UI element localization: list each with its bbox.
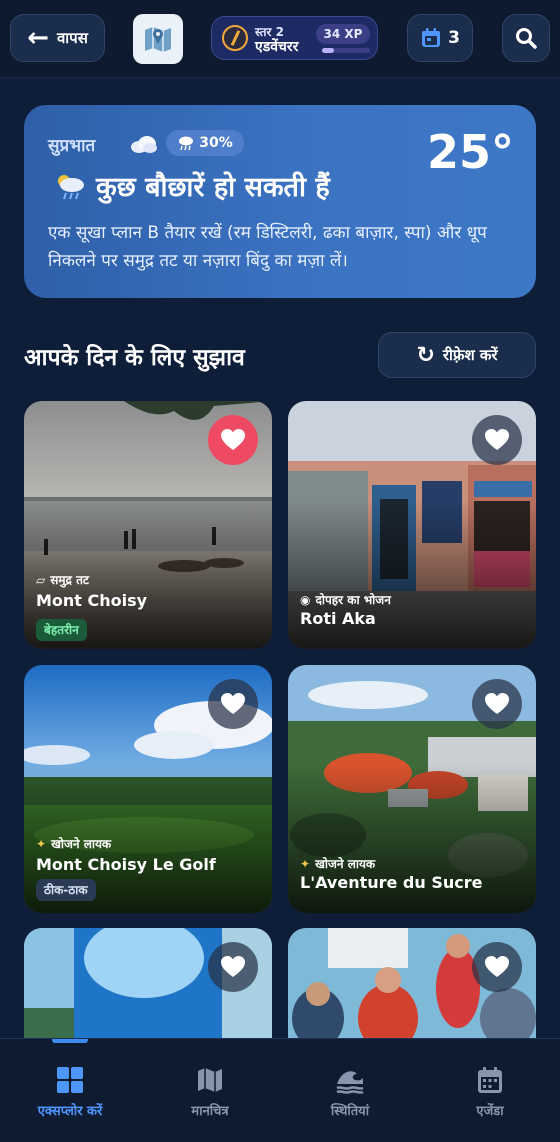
refresh-label: रीफ़्रेश करें (442, 346, 498, 364)
bottom-navigation: एक्सप्लोर करें मानचित्र स्थितियां एजेंडा (0, 1038, 560, 1142)
calendar-icon (422, 28, 441, 47)
refresh-icon: ↻ (416, 342, 435, 368)
heart-icon (221, 693, 245, 714)
xp-badge: 34 XP (316, 24, 370, 44)
level-xp-button[interactable]: स्तर 2 एडवेंचरर 34 XP (211, 16, 378, 60)
suggestion-card-roti-aka[interactable]: ◉ दोपहर का भोजन Roti Aka (288, 401, 536, 649)
nav-map[interactable]: मानचित्र (150, 1065, 270, 1119)
weather-card: सुप्रभात 30% 25° कुछ बौछारें हो सकती हैं… (24, 105, 536, 298)
nav-agenda[interactable]: एजेंडा (430, 1065, 550, 1119)
back-label: वापस (56, 29, 88, 47)
calendar-count: 3 (448, 28, 460, 48)
card-title: Mont Choisy Le Golf (36, 855, 216, 874)
heart-icon (485, 693, 509, 714)
favorite-button[interactable] (208, 415, 258, 465)
map-icon (150, 1065, 270, 1095)
search-button[interactable] (502, 14, 550, 62)
card-title: Roti Aka (300, 609, 376, 628)
sparkle-icon: ✦ (36, 836, 47, 851)
nav-conditions[interactable]: स्थितियां (290, 1065, 410, 1119)
card-title: Mont Choisy (36, 591, 148, 610)
map-logo-icon[interactable] (133, 14, 183, 64)
rain-cloud-icon (58, 174, 84, 199)
suggestions-title: आपके दिन के लिए सुझाव (24, 345, 245, 371)
heart-icon (485, 429, 509, 450)
back-button[interactable]: ← वापस (10, 14, 105, 62)
nav-label: मानचित्र (191, 1104, 229, 1119)
favorite-button[interactable] (208, 942, 258, 992)
greeting: सुप्रभात (48, 136, 96, 156)
sparkle-icon: ✦ (300, 856, 311, 871)
xp-progress-fill (322, 48, 334, 53)
heart-icon (221, 429, 245, 450)
grid-icon (10, 1065, 130, 1095)
beach-icon: ▱ (36, 572, 46, 587)
nav-explore[interactable]: एक्सप्लोर करें (10, 1065, 130, 1119)
arrow-left-icon: ← (27, 23, 49, 53)
heart-icon (485, 956, 509, 977)
refresh-button[interactable]: ↻ रीफ़्रेश करें (378, 332, 536, 378)
compass-icon (222, 25, 248, 51)
card-category: ▱ समुद्र तट (36, 572, 89, 588)
heart-icon (221, 956, 245, 977)
rain-chance-value: 30% (199, 135, 233, 151)
top-bar: ← वापस स्तर 2 एडवेंचरर 34 XP 3 (0, 0, 560, 78)
favorite-button[interactable] (208, 679, 258, 729)
rain-cloud-icon (179, 136, 194, 151)
suggestion-card-mont-choisy[interactable]: ▱ समुद्र तट Mont Choisy बेहतरीन (24, 401, 272, 649)
xp-progress-bar (322, 48, 370, 53)
rain-chance-chip: 30% (166, 130, 244, 156)
nav-label: एक्सप्लोर करें (37, 1104, 103, 1119)
suggestion-card-mont-choisy-golf[interactable]: ✦ खोजने लायक Mont Choisy Le Golf ठीक-ठाक (24, 665, 272, 913)
favorite-button[interactable] (472, 679, 522, 729)
card-title: L'Aventure du Sucre (300, 873, 483, 892)
suggestion-card-aventure-du-sucre[interactable]: ✦ खोजने लायक L'Aventure du Sucre (288, 665, 536, 913)
nav-label: स्थितियां (330, 1104, 370, 1119)
food-icon: ◉ (300, 592, 311, 607)
weather-description: एक सूखा प्लान B तैयार रखें (रम डिस्टिलरी… (48, 223, 487, 271)
card-category: ◉ दोपहर का भोजन (300, 592, 391, 608)
nav-label: एजेंडा (476, 1104, 504, 1119)
temperature: 25° (426, 125, 514, 179)
calendar-button[interactable]: 3 (407, 14, 473, 62)
rating-tag: ठीक-ठाक (36, 879, 96, 901)
favorite-button[interactable] (472, 415, 522, 465)
calendar-icon (430, 1065, 550, 1095)
search-icon (516, 28, 537, 49)
active-tab-indicator (52, 1039, 88, 1043)
weather-headline-row: कुछ बौछारें हो सकती हैं (54, 167, 330, 204)
weather-headline: कुछ बौछारें हो सकती हैं (96, 172, 330, 203)
favorite-button[interactable] (472, 942, 522, 992)
wave-icon (290, 1065, 410, 1095)
cloud-icon (128, 133, 158, 159)
rating-tag: बेहतरीन (36, 619, 87, 641)
card-category: ✦ खोजने लायक (36, 836, 112, 852)
level-name: एडवेंचरर (255, 39, 299, 55)
card-category: ✦ खोजने लायक (300, 856, 376, 872)
